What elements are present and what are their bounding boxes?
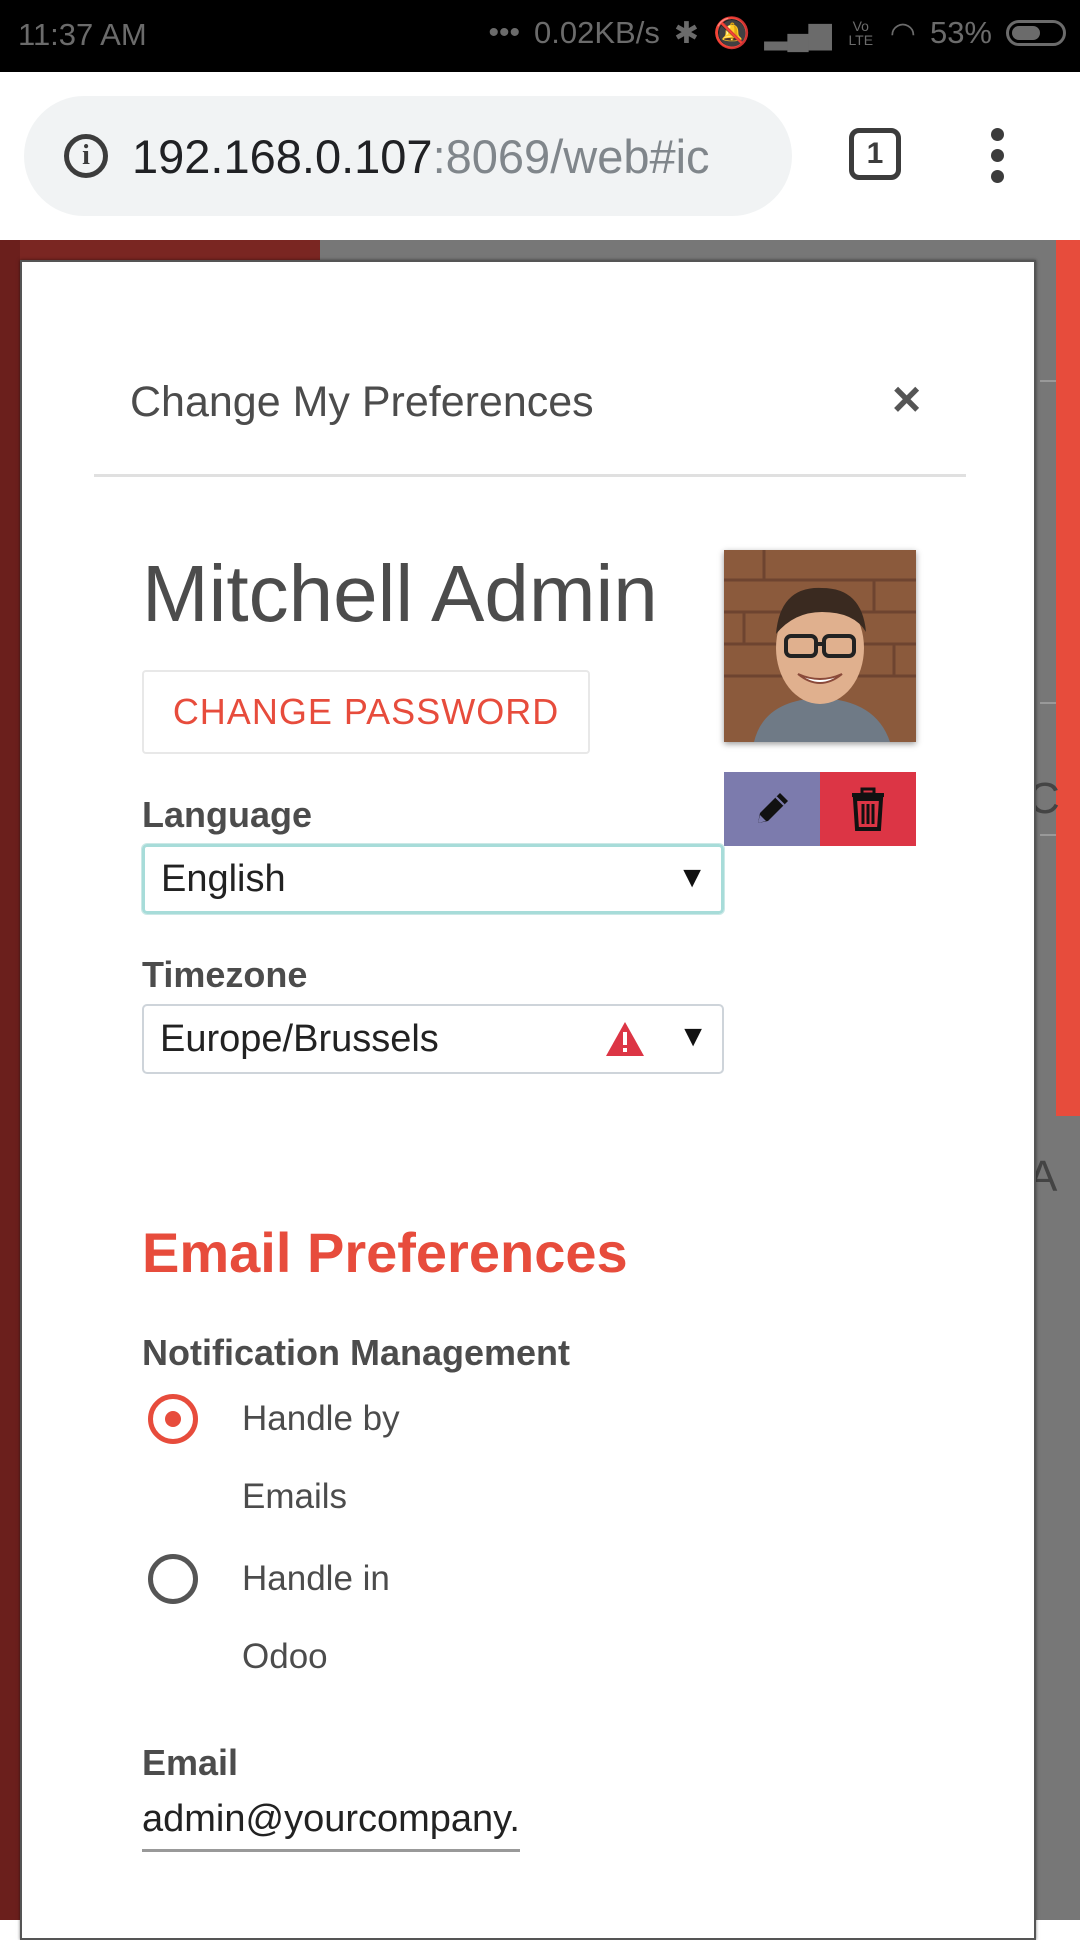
overflow-menu-icon[interactable]: [982, 128, 1012, 184]
avatar: [724, 550, 916, 742]
battery-icon: [1006, 20, 1066, 46]
status-time: 11:37 AM: [18, 17, 147, 52]
address-bar[interactable]: i 192.168.0.107:8069/web#ic: [24, 96, 792, 216]
background-scroll-accent: [1056, 240, 1080, 1116]
header-divider: [94, 474, 966, 477]
close-icon[interactable]: ×: [892, 370, 921, 428]
radio-label-line: Odoo: [242, 1637, 328, 1676]
language-label: Language: [142, 794, 313, 835]
timezone-value: Europe/Brussels: [160, 1017, 439, 1060]
tab-switcher-button[interactable]: 1: [849, 128, 901, 180]
radio-label-line: Emails: [242, 1477, 348, 1516]
more-dots-icon: •••: [488, 16, 521, 49]
bluetooth-icon: ✱: [673, 16, 699, 50]
user-name: Mitchell Admin: [142, 549, 658, 638]
background-divider: [1040, 834, 1056, 836]
radio-label-odoo[interactable]: Handle in Odoo: [242, 1540, 442, 1696]
pencil-icon: [758, 793, 788, 823]
email-field[interactable]: admin@yourcompany.: [142, 1798, 520, 1852]
volte-icon: Vo LTE: [848, 18, 874, 48]
timezone-label: Timezone: [142, 954, 308, 995]
timezone-select[interactable]: Europe/Brussels ▼: [142, 1004, 724, 1074]
change-password-button[interactable]: CHANGE PASSWORD: [142, 670, 590, 754]
radio-handle-in-odoo[interactable]: [148, 1554, 198, 1604]
radio-label-line: Handle in: [242, 1559, 390, 1598]
notification-label: Notification Management: [142, 1332, 571, 1373]
language-select[interactable]: English ▼: [142, 844, 724, 914]
trash-icon: [852, 787, 884, 831]
dialog-title: Change My Preferences: [130, 378, 594, 426]
status-icons: ••• 0.02KB/s ✱ 🔕 ▂▄▆ Vo LTE ◠ 53%: [489, 15, 1066, 51]
chevron-down-icon: ▼: [678, 1020, 708, 1053]
status-bar: 11:37 AM ••• 0.02KB/s ✱ 🔕 ▂▄▆ Vo LTE ◠ 5…: [0, 0, 1080, 72]
email-label: Email: [142, 1742, 239, 1783]
browser-toolbar: i 192.168.0.107:8069/web#ic 1: [0, 72, 1080, 240]
background-divider: [1040, 702, 1056, 704]
background-divider: [1040, 380, 1056, 382]
edit-avatar-button[interactable]: [724, 772, 820, 846]
language-value: English: [161, 857, 286, 900]
wifi-icon: ◠: [889, 16, 916, 50]
net-speed: 0.02KB/s: [534, 15, 660, 50]
url-host: 192.168.0.107: [132, 129, 433, 183]
url-path: :8069/web#ic: [432, 129, 710, 183]
radio-handle-by-emails[interactable]: [148, 1394, 198, 1444]
preferences-dialog: Change My Preferences × Mitchell Admin C…: [20, 260, 1036, 1940]
radio-label-line: Handle by: [242, 1399, 400, 1438]
signal-icon: ▂▄▆: [764, 16, 832, 50]
email-preferences-heading: Email Preferences: [142, 1221, 628, 1284]
url-text[interactable]: 192.168.0.107:8069/web#ic: [132, 129, 710, 184]
chevron-down-icon: ▼: [677, 861, 707, 894]
battery-percent: 53%: [929, 15, 992, 50]
radio-label-emails[interactable]: Handle by Emails: [242, 1380, 442, 1536]
delete-avatar-button[interactable]: [820, 772, 916, 846]
warning-icon: [606, 1022, 644, 1056]
mute-icon: 🔕: [713, 16, 751, 50]
info-icon[interactable]: i: [64, 134, 108, 178]
